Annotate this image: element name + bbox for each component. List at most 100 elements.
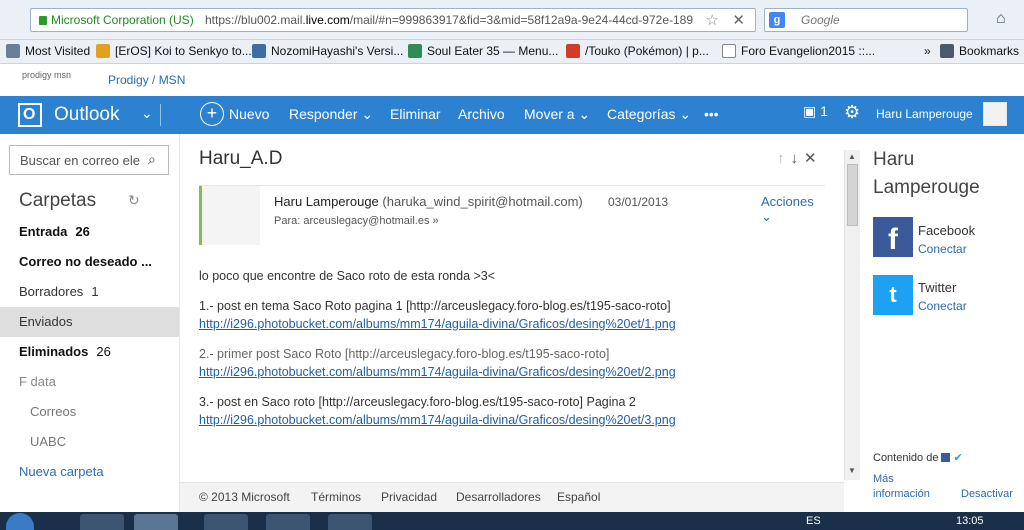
sender-avatar[interactable] [199, 186, 260, 245]
bookmark-most-visited[interactable]: Most Visited [6, 44, 90, 58]
bookmarks-toolbar: Most Visited [ErOS] Koi to Senkyo to... … [0, 40, 1024, 64]
app-taskbar-icon[interactable] [328, 514, 372, 530]
recipients[interactable]: Para: arceuslegacy@hotmail.es » [274, 215, 439, 227]
site-favicon [252, 44, 266, 58]
new-folder-link[interactable]: Nueva carpeta [19, 464, 104, 479]
scroll-up-icon[interactable]: ▲ [848, 152, 856, 161]
folder-borradores[interactable]: Borradores 1 [0, 277, 179, 307]
folder-correo-no-deseado[interactable]: Correo no deseado ... [0, 247, 179, 277]
more-info-link[interactable]: Más información [873, 472, 943, 502]
twitter-connect-link[interactable]: Conectar [918, 299, 967, 313]
refresh-icon[interactable]: ↻ [128, 192, 140, 209]
folder-correos[interactable]: Correos [0, 397, 179, 427]
chevron-down-icon[interactable]: ⌄ [141, 105, 153, 122]
app-taskbar-icon[interactable] [266, 514, 310, 530]
firefox-taskbar-icon[interactable] [134, 514, 178, 530]
outlook-navbar: Outlook ⌄ + Nuevo Responder ⌄ Eliminar A… [0, 96, 1024, 134]
arrow-down-icon[interactable]: ↓ [791, 150, 799, 167]
site-favicon [96, 44, 110, 58]
media-taskbar-icon[interactable] [204, 514, 248, 530]
folder-entrada[interactable]: Entrada 26 [0, 217, 179, 247]
facebook-connect-link[interactable]: Conectar [918, 242, 967, 256]
plus-icon[interactable]: + [200, 102, 224, 126]
page-icon [722, 44, 736, 58]
folder-eliminados[interactable]: Eliminados 26 [0, 337, 179, 367]
site-favicon [566, 44, 580, 58]
folder-enviados[interactable]: Enviados [0, 307, 179, 337]
home-icon[interactable]: ⌂ [996, 10, 1006, 28]
bookmark-touko[interactable]: /Touko (Pokémon) | p... [566, 44, 709, 58]
address-bar[interactable]: Microsoft Corporation (US) https://blu00… [30, 8, 756, 32]
archive-button[interactable]: Archivo [458, 106, 505, 122]
search-engine-box[interactable]: g Google [764, 8, 968, 32]
deactivate-link[interactable]: Desactivar [961, 488, 1013, 500]
prodigy-msn-logo[interactable]: prodigy msn [22, 70, 71, 80]
sender[interactable]: Haru Lamperouge (haruka_wind_spirit@hotm… [274, 194, 583, 209]
body-item: 3.- post en Saco roto [http://arceuslega… [199, 395, 676, 427]
body-link[interactable]: http://i296.photobucket.com/albums/mm174… [199, 317, 676, 331]
body-item: 1.- post en tema Saco Roto pagina 1 [htt… [199, 299, 676, 331]
new-button[interactable]: Nuevo [229, 106, 269, 122]
scroll-thumb[interactable] [847, 164, 858, 226]
facebook-icon[interactable]: f [873, 217, 913, 257]
outlook-logo[interactable]: Outlook ⌄ [0, 96, 160, 134]
messages-button[interactable]: ▣ 1 [803, 103, 828, 120]
more-button[interactable]: ••• [704, 106, 719, 122]
start-button[interactable] [6, 513, 34, 530]
folder-pane: Buscar en correo ele ⌕ Carpetas ↻ Entrad… [0, 134, 180, 530]
outlook-title: Outlook [54, 104, 120, 125]
search-placeholder: Buscar en correo ele [20, 153, 140, 168]
close-icon[interactable]: ✕ [804, 150, 817, 167]
bookmarks-menu[interactable]: Bookmarks [940, 44, 1019, 58]
body-intro: lo poco que encontre de Saco roto de est… [199, 269, 496, 283]
explorer-taskbar-icon[interactable] [80, 514, 124, 530]
folder-uabc[interactable]: UABC [0, 427, 179, 457]
body-link[interactable]: http://i296.photobucket.com/albums/mm174… [199, 365, 676, 379]
delete-button[interactable]: Eliminar [390, 106, 441, 122]
bookmark-eros[interactable]: [ErOS] Koi to Senkyo to... [96, 44, 252, 58]
portal-strip: prodigy msn Prodigy / MSN [0, 64, 1024, 94]
message-subject: Haru_A.D [199, 148, 283, 169]
scrollbar[interactable]: ▲ ▼ [844, 150, 860, 480]
taskbar: ES 13:05 [0, 512, 1024, 530]
twitter-label: Twitter [918, 280, 957, 295]
url-text[interactable]: https://blu002.mail.live.com/mail/#n=999… [205, 13, 705, 27]
bookmarks-overflow-icon[interactable]: » [924, 44, 931, 58]
message-body: lo poco que encontre de Saco roto de est… [199, 267, 819, 441]
star-icon[interactable]: ☆ [706, 11, 719, 29]
actions-menu[interactable]: Acciones ⌄ [761, 194, 825, 225]
move-to-button[interactable]: Mover a ⌄ [524, 106, 590, 123]
twitter-icon[interactable]: t [873, 275, 913, 315]
bookmark-foro-evangelion[interactable]: Foro Evangelion2015 ::... [722, 44, 875, 58]
twitter-small-icon: ✔ [953, 452, 963, 464]
arrow-up-icon[interactable]: ↑ [777, 150, 785, 167]
gear-icon[interactable]: ⚙ [844, 102, 860, 123]
expand-icon[interactable]: » [433, 215, 439, 227]
user-name[interactable]: Haru Lamperouge [876, 107, 973, 121]
site-favicon [408, 44, 422, 58]
bookmarks-icon [940, 44, 954, 58]
footer-privacy[interactable]: Privacidad [381, 490, 437, 504]
folder-f-data[interactable]: F data [0, 367, 179, 397]
chat-icon: ▣ [803, 103, 817, 119]
footer-terms[interactable]: Términos [311, 490, 361, 504]
bookmark-nozomi[interactable]: NozomiHayashi's Versi... [252, 44, 403, 58]
clock[interactable]: 13:05 [956, 515, 984, 527]
reply-button[interactable]: Responder ⌄ [289, 106, 373, 123]
body-link[interactable]: http://i296.photobucket.com/albums/mm174… [199, 413, 676, 427]
avatar[interactable] [983, 102, 1007, 126]
footer-language[interactable]: Español [557, 490, 600, 504]
bookmark-soul-eater[interactable]: Soul Eater 35 — Menu... [408, 44, 558, 58]
scroll-down-icon[interactable]: ▼ [848, 466, 856, 475]
browser-toolbar: Microsoft Corporation (US) https://blu00… [0, 0, 1024, 40]
nav-divider [160, 104, 161, 126]
search-input[interactable]: Buscar en correo ele ⌕ [9, 145, 169, 175]
site-identity[interactable]: Microsoft Corporation (US) [39, 13, 194, 27]
prodigy-msn-link[interactable]: Prodigy / MSN [108, 73, 185, 87]
categories-button[interactable]: Categorías ⌄ [607, 106, 691, 123]
reading-pane: Haru_A.D ↑ ↓ ✕ Haru Lamperouge (haruka_win… [180, 134, 844, 482]
contact-name: Haru Lamperouge [873, 149, 980, 198]
reload-icon[interactable]: ✕ [732, 11, 745, 29]
language-indicator[interactable]: ES [806, 515, 821, 527]
footer-developers[interactable]: Desarrolladores [456, 490, 541, 504]
